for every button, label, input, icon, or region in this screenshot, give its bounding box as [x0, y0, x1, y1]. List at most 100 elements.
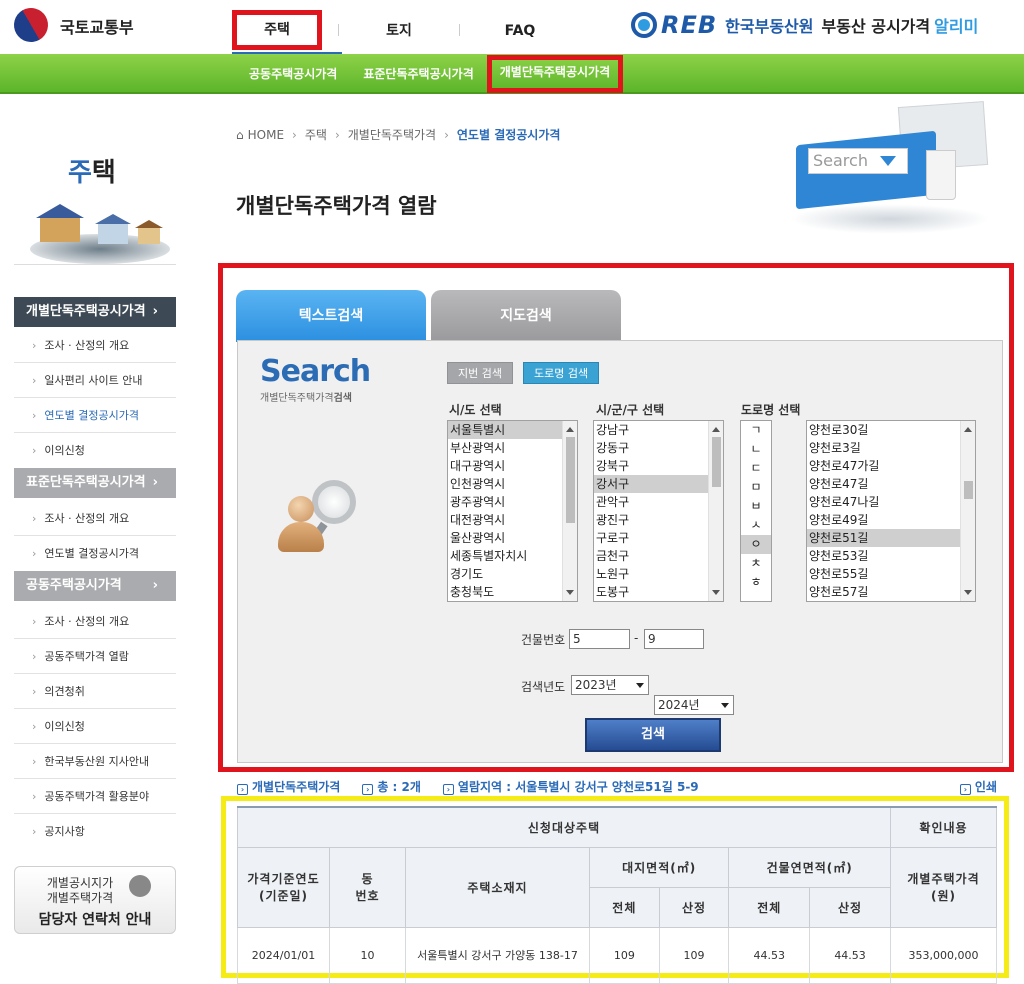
sidebar-item-usage[interactable]: › 공동주택가격 활용분야 [14, 779, 176, 814]
list-option[interactable]: ㅎ [741, 573, 771, 592]
ministry-name[interactable]: 국토교통부 [60, 14, 134, 38]
reb-logo[interactable]: REB 한국부동산원 부동산 공시가격 알리미 [631, 11, 978, 39]
list-option[interactable]: 울산광역시 [448, 529, 562, 547]
list-option[interactable]: 대구광역시 [448, 457, 562, 475]
sidebar-item-branch-info[interactable]: › 한국부동산원 지사안내 [14, 744, 176, 779]
list-option[interactable]: ㅇ [741, 535, 771, 554]
list-option[interactable]: ㅊ [741, 554, 771, 573]
list-option[interactable]: ㄱ [741, 421, 771, 440]
chevron-right-icon: › [152, 578, 158, 593]
list-option[interactable]: 관악구 [594, 493, 708, 511]
header-confirm: 확인내용 [890, 806, 997, 848]
reb-name: 한국부동산원 [725, 17, 814, 36]
list-option[interactable]: 도봉구 [594, 583, 708, 601]
sidebar-item-apartment-view[interactable]: › 공동주택가격 열람 [14, 639, 176, 674]
subnav-apartment[interactable]: 공동주택공시가격 [236, 58, 350, 90]
list-option[interactable]: 강남구 [594, 421, 708, 439]
sidebar-item-objection[interactable]: › 이의신청 [14, 709, 176, 744]
list-option[interactable]: 대전광역시 [448, 511, 562, 529]
lot-number-search-button[interactable]: 지번 검색 [447, 362, 513, 384]
list-option[interactable]: 강서구 [594, 475, 708, 493]
tab-text-search[interactable]: 텍스트검색 [236, 290, 426, 342]
list-option[interactable]: 양천로49길 [807, 511, 960, 529]
sidebar-item-notice[interactable]: › 공지사항 [14, 814, 176, 849]
list-option[interactable]: 양천로57길 [807, 583, 960, 601]
list-option[interactable]: ㅁ [741, 478, 771, 497]
list-option[interactable]: 노원구 [594, 565, 708, 583]
sidebar-item-overview[interactable]: › 조사 · 산정의 개요 [14, 328, 176, 363]
subnav-individual-house[interactable]: 개별단독주택공시가격 [486, 55, 624, 93]
chevron-down-icon [721, 703, 729, 708]
arrow-box-icon: › [362, 784, 374, 795]
list-option[interactable]: 광주광역시 [448, 493, 562, 511]
list-option[interactable]: 경기도 [448, 565, 562, 583]
sidebar-group-standard-house[interactable]: 표준단독주택공시가격 › [14, 468, 176, 498]
scrollbar[interactable] [708, 421, 723, 601]
initial-consonant-listbox[interactable]: ㄱㄴㄷㅁㅂㅅㅇㅊㅎ [740, 420, 772, 602]
year-to-select[interactable]: 2024년 [654, 695, 734, 715]
search-submit-button[interactable]: 검색 [585, 718, 721, 752]
nav-housing[interactable]: 주택 [232, 10, 322, 50]
nav-faq[interactable]: FAQ [460, 10, 580, 50]
header-address: 주택소재지 [405, 846, 590, 928]
subnav-standard-house[interactable]: 표준단독주택공시가격 [350, 58, 486, 90]
cell-land-calc: 109 [658, 926, 730, 984]
list-option[interactable]: 광진구 [594, 511, 708, 529]
phone-icon [129, 875, 151, 897]
sidebar-item-overview[interactable]: › 조사 · 산정의 개요 [14, 501, 176, 536]
year-from-select[interactable]: 2023년 [571, 675, 649, 695]
print-button[interactable]: › 인쇄 [959, 778, 997, 795]
list-option[interactable]: 양천로30길 [807, 421, 960, 439]
sidebar-item-opinion[interactable]: › 의견청취 [14, 674, 176, 709]
list-option[interactable]: 양천로51길 [807, 529, 960, 547]
sidebar-item-yearly-price[interactable]: › 연도별 결정공시가격 [14, 536, 176, 571]
sidebar-item-objection[interactable]: › 이의신청 [14, 433, 176, 468]
result-table: 신청대상주택 확인내용 가격기준연도 (기준일) 동 번호 주택소재지 대지면적… [237, 806, 997, 984]
top-nav: 주택 토지 FAQ [218, 10, 580, 50]
list-option[interactable]: ㅂ [741, 497, 771, 516]
list-option[interactable]: 세종특별자치시 [448, 547, 562, 565]
list-option[interactable]: 양천로55길 [807, 565, 960, 583]
list-option[interactable]: 양천로3길 [807, 439, 960, 457]
list-option[interactable]: ㄷ [741, 459, 771, 478]
sidebar-item-overview[interactable]: › 조사 · 산정의 개요 [14, 604, 176, 639]
list-option[interactable]: ㅅ [741, 516, 771, 535]
list-option[interactable]: 인천광역시 [448, 475, 562, 493]
list-option[interactable]: 부산광역시 [448, 439, 562, 457]
tab-map-search[interactable]: 지도검색 [431, 290, 621, 342]
list-option[interactable]: ㄴ [741, 440, 771, 459]
building-sub-number-input[interactable]: 9 [644, 629, 704, 649]
road-name-listbox[interactable]: 양천로30길 양천로3길 양천로47가길 양천로47길 양천로47나길 양천로49길 양천로… [806, 420, 976, 602]
home-icon[interactable]: ⌂ [236, 128, 244, 142]
list-option[interactable]: 충청북도 [448, 583, 562, 601]
road-name-search-button[interactable]: 도로명 검색 [523, 362, 600, 384]
sidebar-title: 주택 [68, 158, 116, 188]
list-option[interactable]: 금천구 [594, 547, 708, 565]
sido-listbox[interactable]: 서울특별시 부산광역시 대구광역시 인천광역시 광주광역시 대전광역시 울산광역시 세종특별자… [447, 420, 578, 602]
nav-land[interactable]: 토지 [339, 10, 459, 50]
list-option[interactable]: 강북구 [594, 457, 708, 475]
sidebar-group-apartment[interactable]: 공동주택공시가격 › [14, 571, 176, 601]
list-option[interactable]: 강동구 [594, 439, 708, 457]
breadcrumb-individual[interactable]: 개별단독주택가격 [348, 126, 436, 143]
header-bldg-calc: 산정 [809, 886, 891, 928]
list-option[interactable]: 서울특별시 [448, 421, 562, 439]
scrollbar[interactable] [960, 421, 975, 601]
sidebar-group-individual-house[interactable]: 개별단독주택공시가격 › [14, 297, 176, 327]
breadcrumb-housing[interactable]: 주택 [305, 126, 327, 143]
ministry-logo-icon[interactable] [7, 1, 55, 49]
breadcrumb-home[interactable]: HOME [248, 128, 284, 142]
sidebar-item-ilsa-site[interactable]: › 일사편리 사이트 안내 [14, 363, 176, 398]
contact-info-button[interactable]: 개별공시지가 개별주택가격 담당자 연락처 안내 [14, 866, 176, 934]
list-option[interactable]: 양천로47가길 [807, 457, 960, 475]
building-main-number-input[interactable]: 5 [569, 629, 630, 649]
cell-address: 서울특별시 강서구 가양동 138-17 [405, 926, 590, 984]
list-option[interactable]: 양천로47길 [807, 475, 960, 493]
list-option[interactable]: 양천로47나길 [807, 493, 960, 511]
sidebar-item-yearly-price[interactable]: › 연도별 결정공시가격 [14, 398, 176, 433]
sigungu-listbox[interactable]: 강남구 강동구 강북구 강서구 관악구 광진구 구로구 금천구 노원구 도봉구 [593, 420, 724, 602]
scrollbar[interactable] [562, 421, 577, 601]
list-option[interactable]: 양천로53길 [807, 547, 960, 565]
chevron-right-icon: › [152, 475, 158, 490]
list-option[interactable]: 구로구 [594, 529, 708, 547]
